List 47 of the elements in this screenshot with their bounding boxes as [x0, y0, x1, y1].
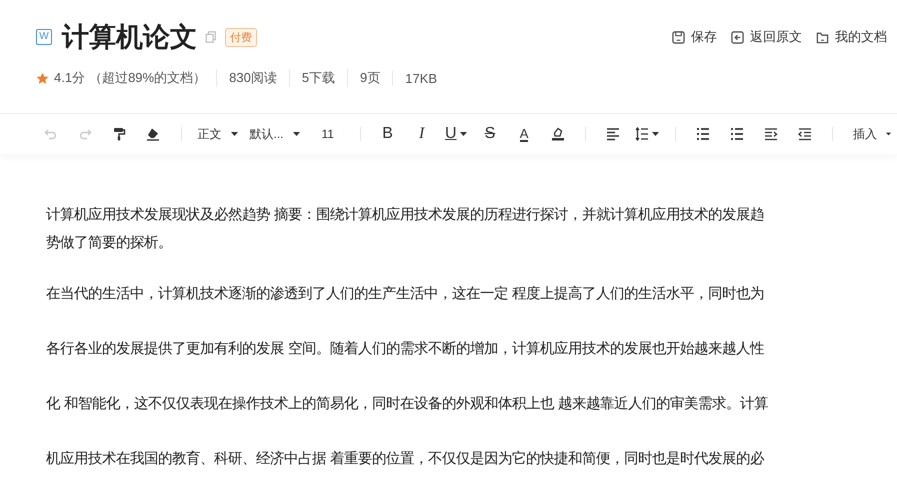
redo-icon	[78, 127, 92, 141]
copy-icon	[205, 31, 217, 43]
bullet-list-icon	[730, 127, 744, 141]
format-painter-icon	[112, 127, 126, 141]
word-file-icon: W	[36, 29, 52, 45]
caret-icon	[460, 132, 467, 136]
align-left-icon	[606, 127, 620, 141]
caret-icon	[886, 132, 892, 136]
document-stat: 830阅读	[216, 69, 289, 87]
numbered-list-icon	[696, 127, 710, 141]
body-text-line: 各行各业的发展提供了更加有利的发展 空间。随着人们的需求不断的增加，计算机应用技术的发展也开始越来越人性	[46, 340, 765, 359]
body-text-line: 化 和智能化，这不仅仅表现在操作技术上的简易化，同时在设备的外观和体积上也 越来越靠近人们的审美需求。计算	[46, 394, 769, 414]
bold-button[interactable]: B	[370, 120, 405, 148]
caret-icon	[230, 132, 238, 136]
rating-rank: （超过89%的文档）	[89, 69, 206, 87]
strikethrough-button[interactable]: S	[472, 120, 508, 148]
save-button[interactable]: 保存	[672, 28, 717, 46]
dropdown-button[interactable]: 默认...	[244, 120, 306, 148]
eraser-icon	[146, 127, 160, 141]
document-stat: 17KB	[392, 70, 450, 86]
document-stat: 5下载	[288, 69, 348, 87]
document-title: 计算机论文	[62, 21, 197, 54]
line-spacing-icon	[635, 127, 650, 141]
body-text-line: 机应用技术在我国的教育、科研、经济中占据 着重要的位置，不仅仅是因为它的快捷和简便，同时也是时代发展的必	[46, 450, 766, 469]
back-button[interactable]: 返回原文	[731, 28, 802, 46]
body-text-line: 计算机应用技术发展现状及必然趋势 摘要：围绕计算机应用技术发展的历程进行探讨，并就计算机应用技术的发展趋	[46, 206, 765, 225]
italic-button[interactable]: I	[404, 120, 439, 148]
undo-icon	[44, 127, 58, 141]
body-text-line: 势做了简要的探析。	[46, 234, 173, 253]
highlighter-icon	[551, 127, 566, 141]
document-icon	[816, 30, 829, 44]
indent-icon	[764, 127, 778, 141]
font-color-button[interactable]: A	[507, 120, 542, 148]
outdent-icon	[798, 127, 812, 141]
caret-icon	[292, 132, 300, 136]
caret-icon	[652, 132, 660, 136]
dropdown-button[interactable]: 11	[316, 120, 350, 148]
paid-tag: 付费	[225, 28, 257, 46]
dropdown-button[interactable]: 正文	[192, 120, 244, 148]
star-icon	[36, 72, 49, 84]
my-documents-button[interactable]: 我的文档	[816, 28, 887, 46]
save-icon	[672, 30, 685, 44]
dropdown-button[interactable]: 插入	[847, 120, 897, 148]
rating-score: 4.1分	[54, 69, 86, 87]
body-text-line: 在当代的生活中，计算机技术逐渐的渗透到了人们的生产生活中，这在一定 程度上提高了人们的生活水平，同时也为	[46, 284, 765, 304]
underline-button[interactable]: U	[438, 120, 473, 148]
document-stat: 9页	[347, 69, 392, 87]
